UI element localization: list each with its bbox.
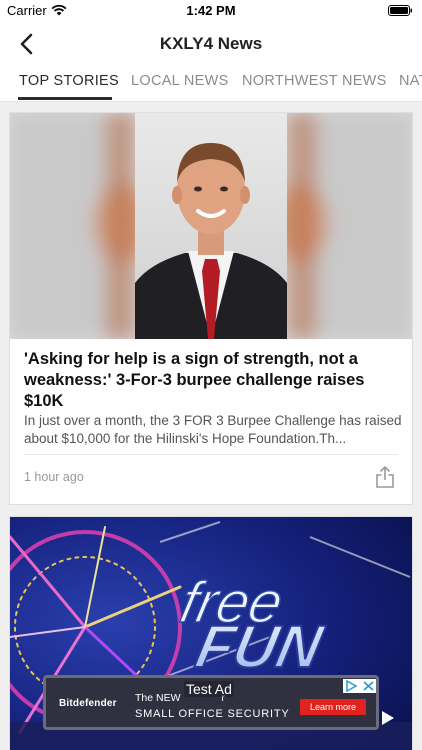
tab-top-stories[interactable]: TOP STORIES <box>19 73 119 89</box>
ad-banner[interactable]: Bitdefender The NEW r SMALL OFFICE SECUR… <box>43 675 379 730</box>
article-photo[interactable] <box>10 113 412 339</box>
ad-choices-close[interactable] <box>343 679 376 693</box>
divider <box>24 454 398 455</box>
ad-choices-icon <box>343 679 376 693</box>
battery-icon <box>388 5 413 16</box>
ad-brand-logo: Bitdefender <box>59 698 117 709</box>
ad-subheadline: SMALL OFFICE SECURITY <box>135 708 290 720</box>
image-text-fun: FUN <box>190 613 329 680</box>
tab-local-news[interactable]: LOCAL NEWS <box>131 73 229 89</box>
play-icon[interactable] <box>381 710 395 726</box>
article-card[interactable]: 'Asking for help is a sign of strength, … <box>10 113 412 504</box>
status-time: 1:42 PM <box>186 3 236 18</box>
navigation-bar: KXLY4 News <box>0 22 422 66</box>
ad-test-label: Test Ad <box>184 681 234 697</box>
share-icon[interactable] <box>374 465 396 489</box>
page-title: KXLY4 News <box>159 34 263 53</box>
article-headline[interactable]: 'Asking for help is a sign of strength, … <box>24 349 400 412</box>
tab-northwest-news[interactable]: NORTHWEST NEWS <box>242 73 387 89</box>
article-timestamp: 1 hour ago <box>24 470 84 484</box>
article-summary: In just over a month, the 3 FOR 3 Burpee… <box>24 413 402 446</box>
status-bar: Carrier 1:42 PM <box>0 0 422 22</box>
ad-learn-more-button[interactable]: Learn more <box>300 699 366 715</box>
tab-national[interactable]: NAT <box>399 73 422 89</box>
active-tab-indicator <box>18 97 112 100</box>
